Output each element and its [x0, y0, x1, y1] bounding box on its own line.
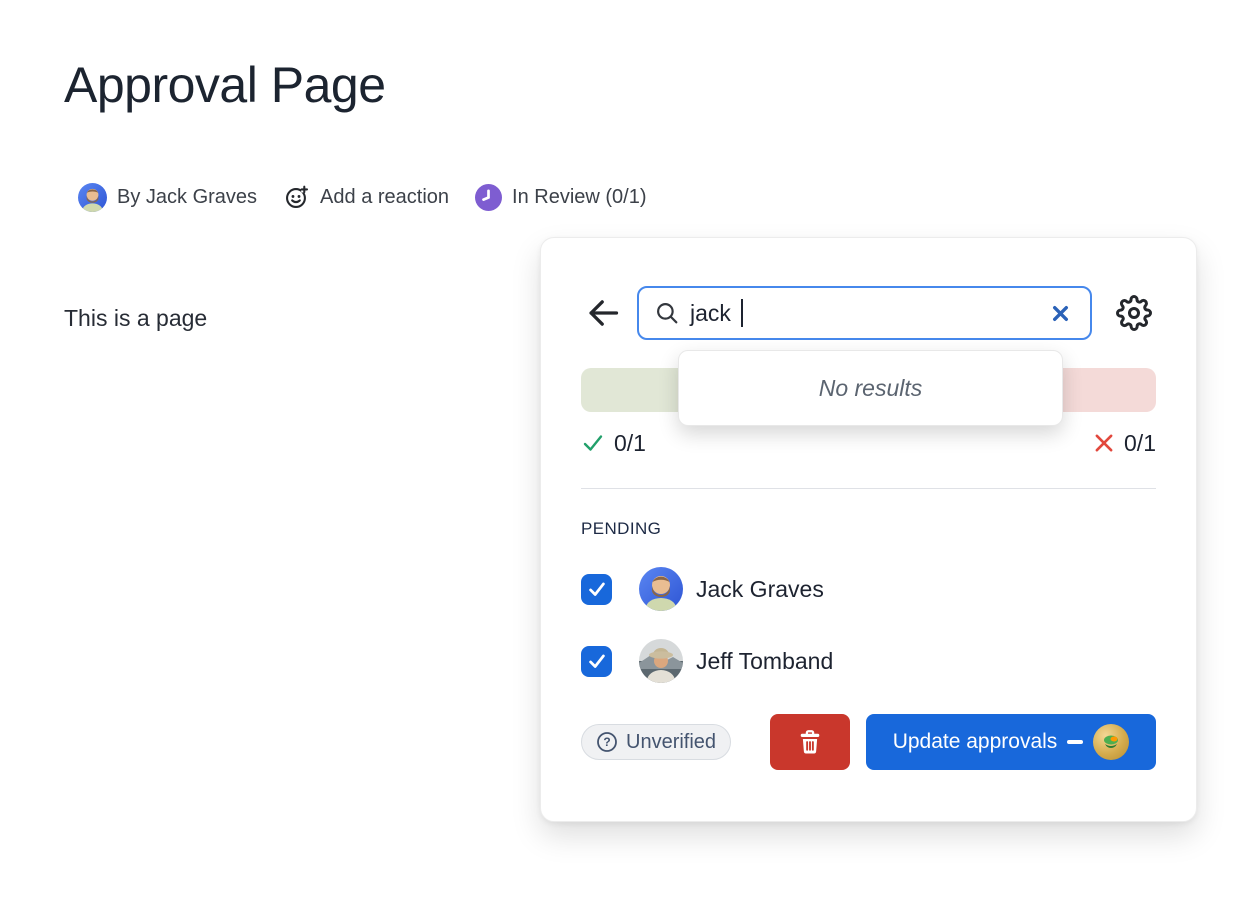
search-icon	[654, 300, 680, 326]
author-avatar	[78, 183, 107, 212]
pending-user-row[interactable]: Jack Graves	[581, 567, 1156, 611]
svg-text:?: ?	[603, 735, 610, 749]
question-circle-icon: ?	[596, 731, 618, 753]
user-avatar	[639, 639, 683, 683]
approvals-popup: jack 0/1	[540, 237, 1197, 822]
pending-heading: PENDING	[581, 519, 1156, 539]
checkbox-check-icon	[586, 578, 608, 600]
popup-footer: ? Unverified Update approvals	[581, 714, 1156, 770]
cross-icon	[1093, 432, 1115, 454]
unverified-badge[interactable]: ? Unverified	[581, 724, 731, 760]
user-checkbox[interactable]	[581, 574, 612, 605]
user-checkbox[interactable]	[581, 646, 612, 677]
page-body-text: This is a page	[64, 305, 207, 332]
back-button[interactable]	[581, 291, 625, 335]
page-title: Approval Page	[64, 56, 386, 114]
update-approvals-label: Update approvals	[893, 730, 1058, 754]
add-reaction-button[interactable]: Add a reaction	[283, 184, 449, 211]
update-approvals-button[interactable]: Update approvals	[866, 714, 1156, 770]
pending-user-row[interactable]: Jeff Tomband	[581, 639, 1156, 683]
byline-author[interactable]: By Jack Graves	[78, 183, 257, 212]
search-value: jack	[690, 300, 731, 327]
coin-emoji-icon	[1093, 724, 1129, 760]
gear-icon	[1116, 295, 1152, 331]
add-reaction-label: Add a reaction	[320, 186, 449, 209]
review-status-badge[interactable]: In Review (0/1)	[475, 184, 647, 211]
clear-search-button[interactable]	[1045, 298, 1075, 328]
delete-button[interactable]	[770, 714, 850, 770]
byline: By Jack Graves Add a reaction In Review …	[78, 183, 647, 212]
user-avatar	[639, 567, 683, 611]
rejected-count-label: 0/1	[1124, 430, 1156, 457]
checkbox-check-icon	[586, 650, 608, 672]
popup-header: jack	[581, 286, 1156, 340]
approved-count: 0/1	[581, 430, 646, 457]
check-icon	[581, 431, 605, 455]
rejected-count: 0/1	[1093, 430, 1156, 457]
clock-icon	[475, 184, 502, 211]
approval-page: { "page": { "title": "Approval Page", "b…	[0, 0, 1256, 916]
author-label: By Jack Graves	[117, 186, 257, 209]
approved-count-label: 0/1	[614, 430, 646, 457]
settings-button[interactable]	[1112, 291, 1156, 335]
text-caret	[741, 299, 743, 327]
user-name: Jack Graves	[696, 576, 824, 603]
unverified-label: Unverified	[626, 731, 716, 754]
search-input[interactable]: jack	[637, 286, 1092, 340]
search-results-dropdown: No results	[678, 350, 1063, 426]
approval-counts-row: 0/1 0/1	[581, 428, 1156, 458]
footer-actions: Update approvals	[770, 714, 1156, 770]
x-icon	[1051, 304, 1070, 323]
dash-decoration	[1067, 740, 1083, 744]
user-name: Jeff Tomband	[696, 648, 833, 675]
no-results-text: No results	[819, 375, 923, 402]
review-status-label: In Review (0/1)	[512, 186, 647, 209]
add-reaction-icon	[283, 184, 310, 211]
section-divider	[581, 488, 1156, 489]
trash-icon	[795, 727, 825, 757]
arrow-left-icon	[584, 294, 622, 332]
